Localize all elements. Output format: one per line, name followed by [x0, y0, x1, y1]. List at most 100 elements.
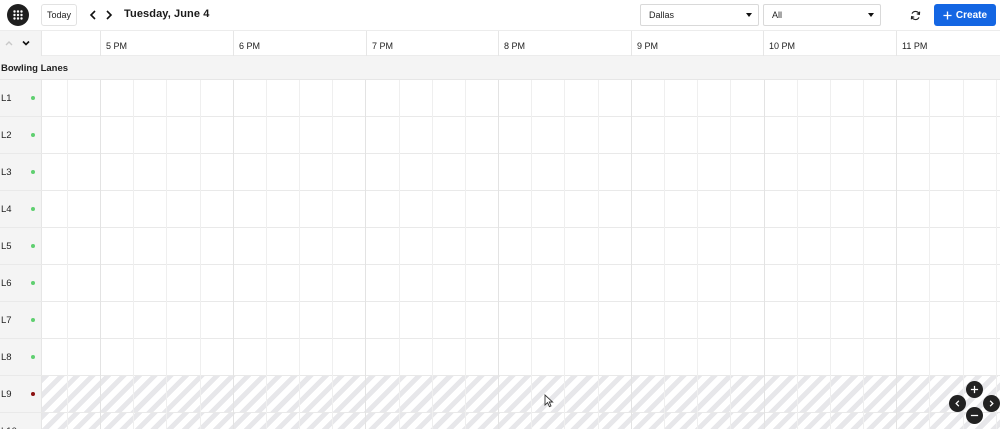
- hour-tick: [896, 31, 897, 56]
- refresh-icon: [910, 10, 920, 20]
- lane-timeline[interactable]: [42, 117, 1000, 153]
- apps-button[interactable]: [7, 4, 29, 26]
- lane-header[interactable]: L7: [0, 302, 42, 338]
- lane-header[interactable]: L10: [0, 413, 42, 429]
- zoom-out-button[interactable]: [966, 407, 983, 424]
- lane-timeline[interactable]: [42, 228, 1000, 264]
- time-header: 5 PM 6 PM 7 PM 8 PM 9 PM 10 PM 11 PM: [0, 30, 1000, 56]
- lane-row: L9: [0, 376, 1000, 413]
- quarter-gridline: [963, 80, 964, 429]
- sort-controls: [0, 31, 42, 56]
- chevron-right-icon: [106, 10, 113, 20]
- quarter-gridline: [564, 80, 565, 429]
- lane-name: L3: [1, 167, 12, 178]
- chevron-left-icon: [955, 400, 960, 407]
- zoom-in-button[interactable]: [966, 381, 983, 398]
- minus-icon: [970, 414, 979, 417]
- lane-row: L8: [0, 339, 1000, 376]
- chevron-up-icon[interactable]: [4, 38, 14, 48]
- lane-row: L3: [0, 154, 1000, 191]
- lane-row: L2: [0, 117, 1000, 154]
- lane-timeline[interactable]: [42, 265, 1000, 301]
- lane-timeline[interactable]: [42, 191, 1000, 227]
- hour-gridline: [498, 80, 499, 429]
- quarter-gridline: [465, 80, 466, 429]
- hour-label: 7 PM: [372, 41, 394, 51]
- create-button[interactable]: Create: [934, 4, 996, 26]
- scroll-left-button[interactable]: [949, 395, 966, 412]
- lane-row: L5: [0, 228, 1000, 265]
- lane-header[interactable]: L8: [0, 339, 42, 375]
- plus-icon: [943, 10, 952, 20]
- caret-down-icon: [868, 13, 874, 17]
- lane-name: L4: [1, 204, 12, 215]
- lane-header[interactable]: L4: [0, 191, 42, 227]
- refresh-button[interactable]: [906, 6, 924, 24]
- quarter-gridline: [863, 80, 864, 429]
- lane-status-dot: [31, 96, 35, 100]
- section-title: Bowling Lanes: [1, 63, 69, 74]
- quarter-gridline: [697, 80, 698, 429]
- quarter-gridline: [996, 80, 997, 429]
- quarter-gridline: [598, 80, 599, 429]
- lane-status-dot: [31, 318, 35, 322]
- hour-label: 5 PM: [106, 41, 128, 51]
- quarter-gridline: [830, 80, 831, 429]
- hour-gridline: [365, 80, 366, 429]
- lane-timeline[interactable]: [42, 80, 1000, 116]
- hour-label: 11 PM: [902, 41, 928, 51]
- today-button[interactable]: Today: [41, 4, 77, 26]
- chevron-down-icon[interactable]: [21, 38, 31, 48]
- next-day-button[interactable]: [102, 7, 116, 23]
- create-button-label: Create: [955, 9, 988, 21]
- plus-icon: [970, 385, 979, 394]
- lane-header[interactable]: L5: [0, 228, 42, 264]
- lane-row: L6: [0, 265, 1000, 302]
- lane-row: L7: [0, 302, 1000, 339]
- lane-header[interactable]: L3: [0, 154, 42, 190]
- lane-header[interactable]: L6: [0, 265, 42, 301]
- lane-timeline-unavailable[interactable]: [42, 413, 1000, 429]
- hour-gridline: [233, 80, 234, 429]
- hour-tick: [631, 31, 632, 56]
- hour-tick: [233, 31, 234, 56]
- lane-header[interactable]: L9: [0, 376, 42, 412]
- hour-label: 8 PM: [504, 41, 526, 51]
- quarter-gridline: [399, 80, 400, 429]
- quarter-gridline: [664, 80, 665, 429]
- lane-row: L4: [0, 191, 1000, 228]
- location-select[interactable]: Dallas: [640, 4, 759, 26]
- quarter-gridline: [332, 80, 333, 429]
- lane-timeline[interactable]: [42, 154, 1000, 190]
- lane-name: L5: [1, 241, 12, 252]
- chevron-left-icon: [89, 10, 96, 20]
- lane-timeline-unavailable[interactable]: [42, 376, 1000, 412]
- lane-status-dot: [31, 392, 35, 396]
- lane-status-dot: [31, 207, 35, 211]
- caret-down-icon: [746, 13, 752, 17]
- lane-timeline[interactable]: [42, 302, 1000, 338]
- grid-icon: [13, 10, 23, 20]
- lane-timeline[interactable]: [42, 339, 1000, 375]
- hour-gridline: [100, 80, 101, 429]
- hour-gridline: [896, 80, 897, 429]
- location-select-value: Dallas: [649, 10, 675, 20]
- scroll-right-button[interactable]: [983, 395, 1000, 412]
- hour-label: 9 PM: [637, 41, 659, 51]
- current-date: Tuesday, June 4: [124, 8, 210, 20]
- quarter-gridline: [730, 80, 731, 429]
- lane-status-dot: [31, 355, 35, 359]
- hour-tick: [100, 31, 101, 56]
- hour-label: 6 PM: [239, 41, 261, 51]
- lane-header[interactable]: L1: [0, 80, 42, 116]
- quarter-gridline: [299, 80, 300, 429]
- quarter-gridline: [432, 80, 433, 429]
- schedule-grid[interactable]: L1 L2 L3 L4 L5 L6 L7 L8 L9 L10: [0, 80, 1000, 429]
- prev-day-button[interactable]: [86, 7, 100, 23]
- hour-gridline: [631, 80, 632, 429]
- lane-name: L8: [1, 352, 12, 363]
- filter-select[interactable]: All: [763, 4, 881, 26]
- filter-select-value: All: [772, 10, 783, 20]
- lane-header[interactable]: L2: [0, 117, 42, 153]
- lane-row: L10: [0, 413, 1000, 429]
